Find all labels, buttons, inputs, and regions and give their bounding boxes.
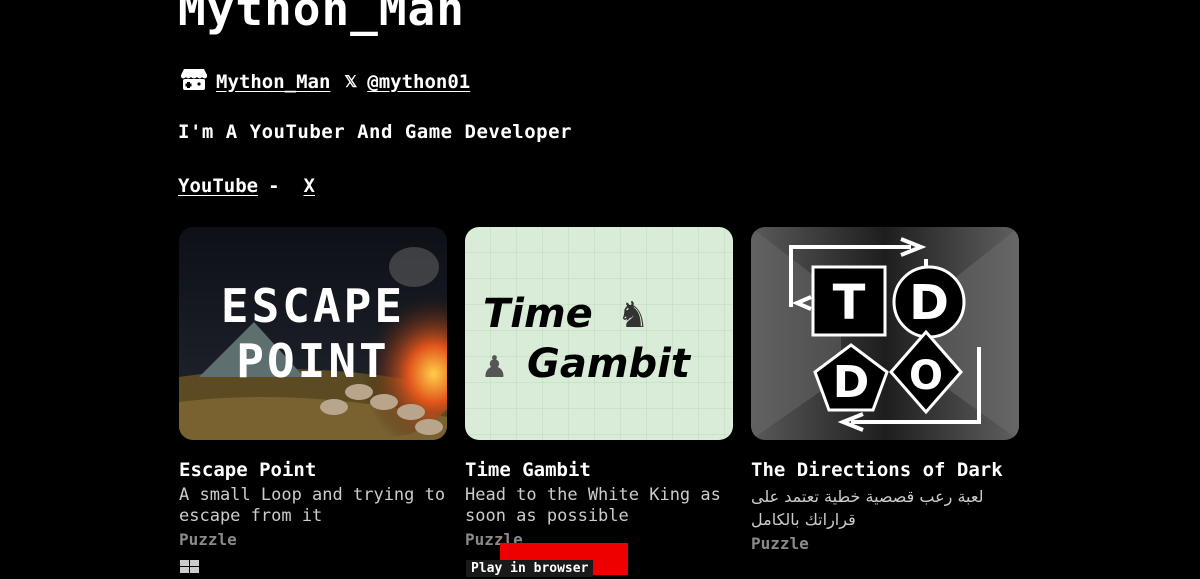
thumb-letter-d1: D [909, 275, 949, 331]
game-thumbnail[interactable]: Time ♞ ♟ Gambit [465, 227, 733, 440]
thumb-letter-t: T [833, 275, 866, 331]
thumb-letter-d2: D [833, 357, 870, 408]
x-icon: 𝕏 [344, 72, 358, 91]
thumb-title-line1: ESCAPE [221, 279, 405, 333]
x-handle-link[interactable]: @mython01 [367, 71, 470, 93]
game-description: Head to the White King as soon as possib… [465, 485, 721, 526]
play-in-browser-badge[interactable]: Play in browser [466, 560, 594, 577]
game-title[interactable]: Escape Point [179, 458, 447, 483]
thumb-title-line1: Time [483, 291, 593, 337]
game-title[interactable]: Time Gambit [465, 458, 733, 483]
link-separator: - [268, 175, 280, 197]
profile-links-row: Mython_Man 𝕏 @mython01 [180, 66, 470, 97]
game-card-escape-point[interactable]: ESCAPE POINT Escape Point A small Loop a… [179, 227, 447, 549]
chess-pawn-icon: ♟ [481, 350, 508, 385]
bio-text: I'm A YouTuber And Game Developer [178, 121, 572, 143]
game-card-directions-of-dark[interactable]: T D D O The Directions of Dark لعبة رعب … [751, 227, 1019, 553]
game-description: لعبة رعب قصصية خطية تعتمد على قراراتك با… [751, 487, 984, 529]
game-card-time-gambit[interactable]: Time ♞ ♟ Gambit Time Gambit Head to the … [465, 227, 733, 549]
windows-icon [180, 560, 200, 579]
game-genre: Puzzle [751, 534, 809, 553]
youtube-link[interactable]: YouTube [178, 175, 258, 197]
game-genre: Puzzle [179, 530, 237, 549]
chess-knight-icon: ♞ [617, 295, 649, 336]
page-title: Mython_Man [178, 0, 465, 36]
thumb-title-line2: Gambit [527, 341, 692, 387]
x-link[interactable]: X [304, 175, 315, 197]
thumb-title-line2: POINT [236, 334, 389, 388]
game-thumbnail[interactable]: ESCAPE POINT [179, 227, 447, 440]
social-links: YouTube - X [178, 175, 315, 197]
itch-profile-link[interactable]: Mython_Man [216, 71, 330, 93]
thumb-letter-o: O [909, 353, 943, 399]
game-description: A small Loop and trying to escape from i… [179, 485, 446, 526]
itch-io-icon [180, 66, 208, 97]
game-thumbnail[interactable]: T D D O [751, 227, 1019, 440]
game-title[interactable]: The Directions of Dark [751, 458, 1019, 483]
